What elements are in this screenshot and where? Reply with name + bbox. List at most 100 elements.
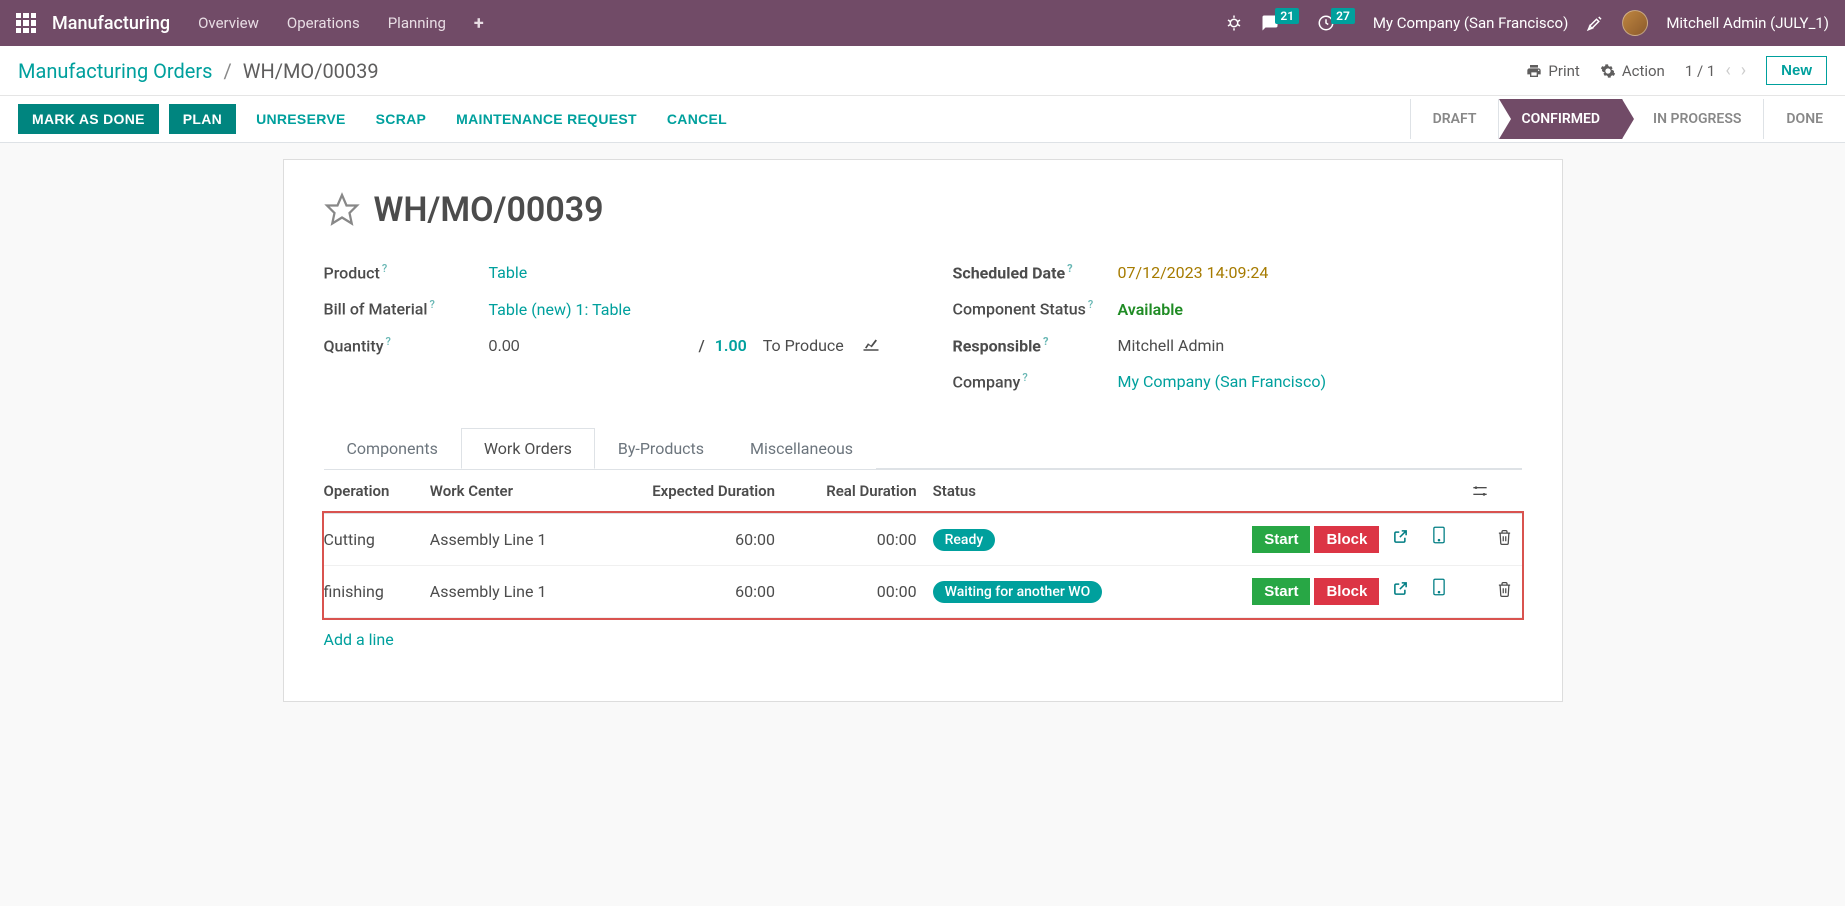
nav-operations[interactable]: Operations: [287, 14, 360, 32]
breadcrumb: Manufacturing Orders / WH/MO/00039: [18, 59, 379, 83]
cell-operation: Cutting: [324, 530, 375, 549]
qty-unit: To Produce: [763, 336, 844, 355]
th-real: Real Duration: [826, 482, 916, 500]
messages-icon[interactable]: 21: [1261, 14, 1299, 32]
scrap-button[interactable]: SCRAP: [366, 104, 437, 134]
print-icon: [1526, 63, 1542, 79]
start-button[interactable]: Start: [1252, 526, 1310, 553]
nav-menu: Overview Operations Planning +: [198, 13, 484, 34]
product-label: Product: [324, 263, 380, 282]
company-value[interactable]: My Company (San Francisco): [1118, 372, 1327, 391]
app-brand[interactable]: Manufacturing: [52, 13, 170, 34]
pager-next-icon[interactable]: ›: [1741, 60, 1746, 81]
add-line-button[interactable]: Add a line: [324, 618, 1522, 661]
nav-planning[interactable]: Planning: [388, 14, 446, 32]
cell-operation: finishing: [324, 582, 384, 601]
activities-badge: 27: [1331, 8, 1355, 24]
cell-workcenter: Assembly Line 1: [430, 530, 547, 549]
table-row[interactable]: finishing Assembly Line 1 60:00 00:00 Wa…: [324, 566, 1522, 618]
tablet-icon[interactable]: [1432, 526, 1446, 544]
responsible-label: Responsible: [953, 336, 1041, 355]
breadcrumb-parent[interactable]: Manufacturing Orders: [18, 59, 213, 83]
tablet-icon[interactable]: [1432, 578, 1446, 596]
bom-label: Bill of Material: [324, 300, 428, 319]
qty-sep: /: [699, 336, 705, 355]
plan-button[interactable]: PLAN: [169, 104, 236, 134]
help-icon[interactable]: ?: [386, 335, 391, 348]
pager: 1 / 1 ‹ ›: [1685, 60, 1746, 81]
help-icon[interactable]: ?: [382, 262, 387, 275]
sched-label: Scheduled Date: [953, 263, 1066, 282]
company-label: Company: [953, 372, 1021, 391]
block-button[interactable]: Block: [1314, 578, 1379, 605]
action-button[interactable]: Action: [1600, 62, 1665, 80]
page-title: WH/MO/00039: [374, 190, 604, 230]
qty-done-input[interactable]: [489, 338, 689, 356]
top-nav: Manufacturing Overview Operations Planni…: [0, 0, 1845, 46]
help-icon[interactable]: ?: [429, 298, 434, 311]
gear-icon: [1600, 63, 1616, 79]
start-button[interactable]: Start: [1252, 578, 1310, 605]
maintenance-button[interactable]: MAINTENANCE REQUEST: [446, 104, 647, 134]
status-badge: Waiting for another WO: [933, 581, 1103, 603]
status-done[interactable]: DONE: [1763, 99, 1845, 139]
th-expected: Expected Duration: [652, 482, 775, 500]
star-icon[interactable]: [324, 192, 360, 228]
product-value[interactable]: Table: [489, 263, 528, 282]
th-status: Status: [933, 482, 976, 500]
pager-text[interactable]: 1 / 1: [1685, 62, 1716, 80]
pager-prev-icon[interactable]: ‹: [1725, 60, 1730, 81]
cell-workcenter: Assembly Line 1: [430, 582, 547, 601]
avatar[interactable]: [1622, 10, 1648, 36]
external-link-icon[interactable]: [1393, 581, 1408, 596]
cell-expected: 60:00: [735, 582, 775, 601]
th-operation: Operation: [324, 482, 390, 500]
apps-icon[interactable]: [16, 13, 36, 33]
tab-work-orders[interactable]: Work Orders: [461, 428, 595, 469]
table-row[interactable]: Cutting Assembly Line 1 60:00 00:00 Read…: [324, 513, 1522, 566]
control-bar: Manufacturing Orders / WH/MO/00039 Print…: [0, 46, 1845, 96]
cell-real: 00:00: [877, 530, 917, 549]
compstatus-label: Component Status: [953, 300, 1086, 319]
tab-components[interactable]: Components: [324, 428, 461, 469]
bug-icon[interactable]: [1225, 14, 1243, 32]
user-name[interactable]: Mitchell Admin (JULY_1): [1666, 14, 1829, 32]
help-icon[interactable]: ?: [1067, 262, 1072, 275]
external-link-icon[interactable]: [1393, 529, 1408, 544]
help-icon[interactable]: ?: [1022, 371, 1027, 384]
tools-icon[interactable]: [1586, 14, 1604, 32]
sched-value[interactable]: 07/12/2023 14:09:24: [1118, 263, 1269, 282]
tab-misc[interactable]: Miscellaneous: [727, 428, 876, 469]
nav-add-icon[interactable]: +: [474, 13, 484, 34]
unreserve-button[interactable]: UNRESERVE: [246, 104, 356, 134]
breadcrumb-sep: /: [223, 59, 231, 83]
qty-label: Quantity: [324, 336, 384, 355]
responsible-value[interactable]: Mitchell Admin: [1118, 336, 1225, 355]
tab-byproducts[interactable]: By-Products: [595, 428, 727, 469]
cell-real: 00:00: [877, 582, 917, 601]
cell-expected: 60:00: [735, 530, 775, 549]
status-inprogress[interactable]: IN PROGRESS: [1622, 99, 1763, 139]
table-settings-icon[interactable]: [1472, 484, 1521, 498]
trash-icon[interactable]: [1497, 581, 1512, 598]
status-draft[interactable]: DRAFT: [1410, 99, 1499, 139]
help-icon[interactable]: ?: [1088, 298, 1093, 311]
bom-value[interactable]: Table (new) 1: Table: [489, 300, 631, 319]
forecast-icon[interactable]: [862, 337, 880, 351]
mark-done-button[interactable]: MARK AS DONE: [18, 104, 159, 134]
company-switcher[interactable]: My Company (San Francisco): [1373, 14, 1568, 32]
status-confirmed[interactable]: CONFIRMED: [1498, 99, 1622, 139]
compstatus-value: Available: [1118, 300, 1183, 319]
help-icon[interactable]: ?: [1043, 335, 1048, 348]
breadcrumb-current: WH/MO/00039: [243, 59, 379, 83]
nav-overview[interactable]: Overview: [198, 14, 259, 32]
qty-total[interactable]: 1.00: [715, 336, 747, 355]
form-sheet: WH/MO/00039 Product? Table Bill of Mater…: [283, 159, 1563, 702]
th-workcenter: Work Center: [430, 482, 513, 500]
new-button[interactable]: New: [1766, 56, 1827, 85]
print-button[interactable]: Print: [1526, 62, 1579, 80]
activities-icon[interactable]: 27: [1317, 14, 1355, 32]
trash-icon[interactable]: [1497, 529, 1512, 546]
block-button[interactable]: Block: [1314, 526, 1379, 553]
cancel-button[interactable]: CANCEL: [657, 104, 737, 134]
